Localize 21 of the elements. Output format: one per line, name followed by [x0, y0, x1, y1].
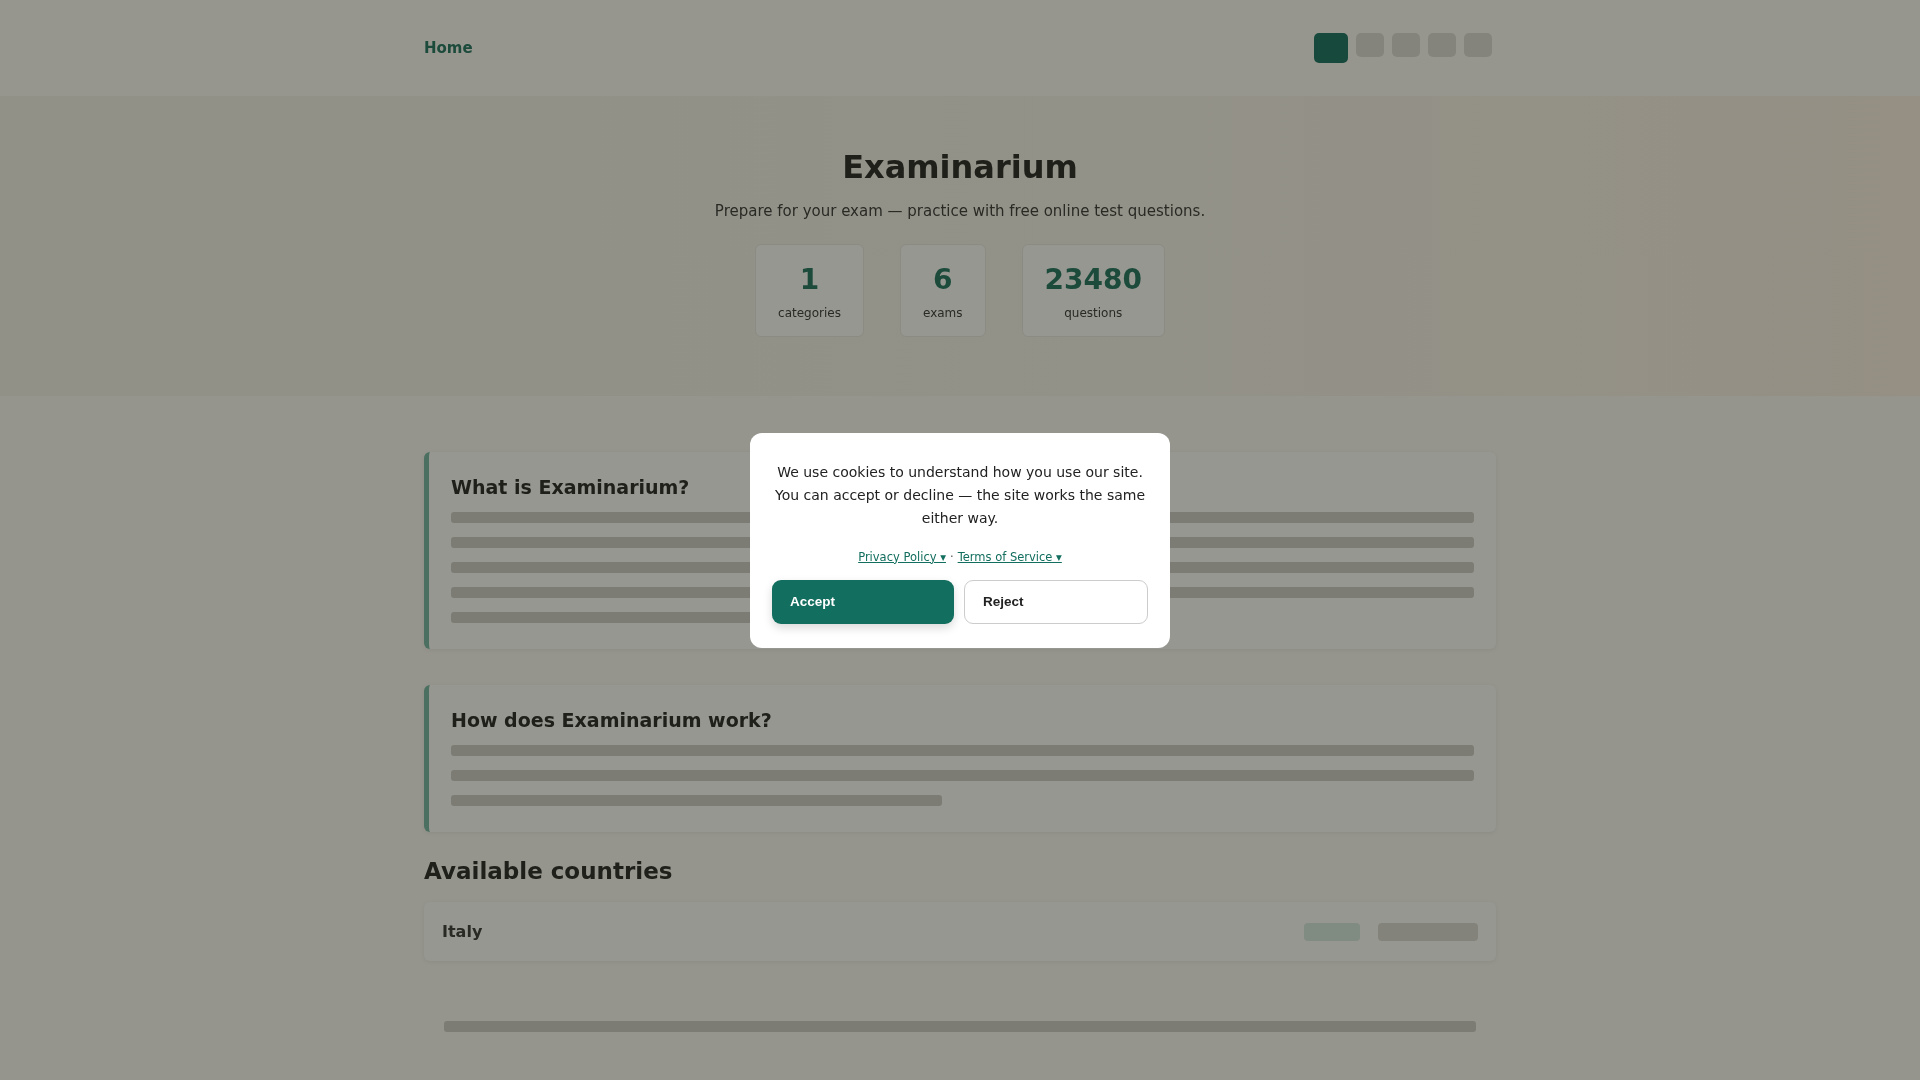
stat-label: questions — [1063, 306, 1124, 320]
policy-link[interactable]: Privacy Policy ▾ — [858, 549, 946, 564]
reject-button[interactable]: Reject — [964, 579, 1148, 624]
site-title: Examinarium — [842, 148, 1078, 186]
card-title: What is Examinarium? — [451, 476, 690, 498]
country-name: Italy — [442, 922, 483, 941]
stat-value: 1 — [798, 263, 821, 296]
site-subtitle: Prepare for your exam — practice with free online test questions. — [714, 202, 1206, 220]
section-heading: Available countries — [424, 858, 674, 884]
home-link[interactable]: Home — [424, 39, 473, 57]
card-title: How does Examinarium work? — [451, 709, 772, 731]
stat-label: categories — [778, 306, 841, 320]
stat-value: 23480 — [1044, 263, 1142, 296]
stat-value: 6 — [932, 263, 954, 296]
policy-link[interactable]: Terms of Service ▾ — [957, 549, 1062, 564]
country-row[interactable]: Italy — [424, 902, 1496, 961]
language-button[interactable] — [1314, 33, 1348, 63]
cookie-message: We use cookies to understand how you use our site. You can accept or decline — the site works the same either way. — [773, 462, 1147, 528]
stat-label: exams — [922, 306, 963, 320]
link-separator: · — [949, 549, 954, 564]
accept-button[interactable]: Accept — [772, 579, 954, 624]
